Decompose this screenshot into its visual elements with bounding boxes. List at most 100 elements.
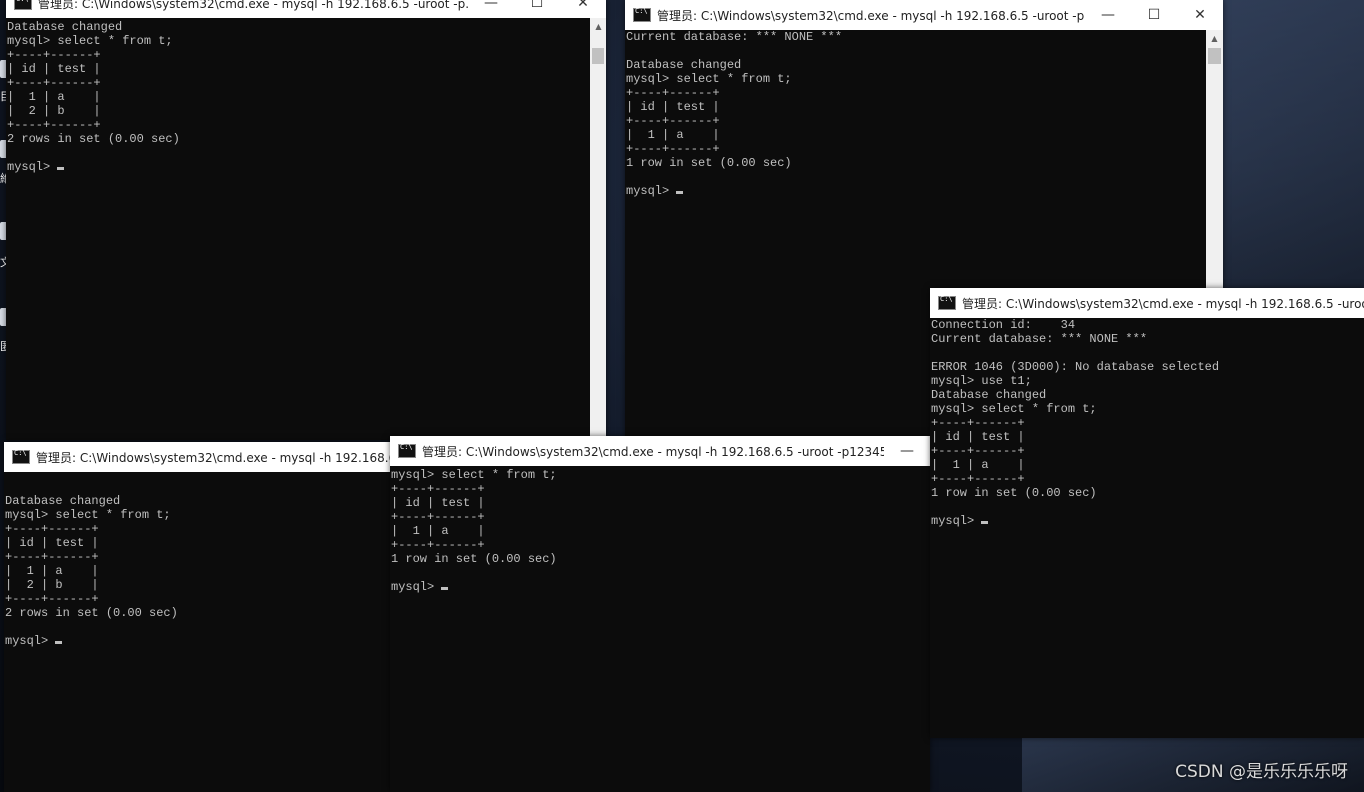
text-cursor	[676, 191, 684, 194]
console-line: +----+------+	[7, 76, 101, 90]
console-line: | 2 | b |	[5, 578, 99, 592]
close-button[interactable]: ✕	[560, 0, 606, 18]
cmd-window-3[interactable]: 管理员: C:\Windows\system32\cmd.exe - mysql…	[4, 442, 396, 792]
console-line: +----+------+	[391, 538, 485, 552]
window-titlebar[interactable]: 管理员: C:\Windows\system32\cmd.exe - mysql…	[625, 0, 1223, 30]
terminal-output[interactable]: Connection id: 34 Current database: *** …	[930, 318, 1220, 528]
console-line: mysql>	[7, 160, 58, 174]
console-line: mysql>	[626, 184, 677, 198]
cmd-icon	[12, 449, 30, 464]
maximize-icon: ☐	[530, 0, 544, 11]
window-title: 管理员: C:\Windows\system32\cmd.exe - mysql…	[962, 296, 1364, 311]
scroll-up-icon[interactable]: ▲	[1206, 30, 1223, 47]
console-line: +----+------+	[5, 550, 99, 564]
console-line: | 1 | a |	[626, 128, 720, 142]
scroll-up-icon[interactable]: ▲	[590, 18, 606, 35]
cmd-window-1[interactable]: 管理员: C:\Windows\system32\cmd.exe - mysql…	[6, 0, 606, 440]
console-line: +----+------+	[391, 482, 485, 496]
wallpaper-rock	[1222, 0, 1364, 290]
cmd-window-5[interactable]: 管理员: C:\Windows\system32\cmd.exe - mysql…	[930, 288, 1364, 738]
console-line: mysql> use t1;	[931, 374, 1032, 388]
console-line: mysql>	[391, 580, 442, 594]
window-title: 管理员: C:\Windows\system32\cmd.exe - mysql…	[422, 444, 884, 459]
console-line: +----+------+	[931, 416, 1025, 430]
maximize-button[interactable]: ☐	[1131, 0, 1177, 30]
text-cursor	[55, 641, 63, 644]
minimize-icon: —	[1101, 7, 1115, 23]
close-button[interactable]: ✕	[1177, 0, 1223, 30]
console-line: +----+------+	[626, 114, 720, 128]
window-titlebar[interactable]: 管理员: C:\Windows\system32\cmd.exe - mysql…	[930, 288, 1364, 318]
text-cursor	[981, 521, 989, 524]
terminal-output[interactable]: Database changed mysql> select * from t;…	[6, 20, 181, 174]
scroll-thumb[interactable]	[592, 48, 604, 64]
maximize-button[interactable]: ☐	[514, 0, 560, 18]
console-line: mysql>	[931, 514, 982, 528]
console-line: | 1 | a |	[931, 458, 1025, 472]
console-line: mysql> select * from t;	[7, 34, 173, 48]
window-title: 管理员: C:\Windows\system32\cmd.exe - mysql…	[36, 450, 396, 465]
cmd-window-4[interactable]: 管理员: C:\Windows\system32\cmd.exe - mysql…	[390, 436, 930, 792]
console-line: Connection id: 34	[931, 318, 1076, 332]
text-cursor	[57, 167, 65, 170]
console-line: | id | test |	[5, 536, 99, 550]
cmd-icon	[938, 295, 956, 310]
console-line: | id | test |	[7, 62, 101, 76]
minimize-button[interactable]: —	[468, 0, 514, 18]
cmd-icon	[633, 7, 651, 22]
maximize-icon: ☐	[1147, 7, 1161, 23]
window-titlebar[interactable]: 管理员: C:\Windows\system32\cmd.exe - mysql…	[390, 436, 930, 466]
console-line: +----+------+	[931, 444, 1025, 458]
console-line: mysql>	[5, 634, 56, 648]
console-line: mysql> select * from t;	[391, 468, 557, 482]
console-line: | 1 | a |	[7, 90, 101, 104]
console-line: Current database: *** NONE ***	[626, 30, 843, 44]
console-line: | id | test |	[391, 496, 485, 510]
window-title: 管理员: C:\Windows\system32\cmd.exe - mysql…	[38, 0, 468, 11]
console-line: mysql> select * from t;	[5, 508, 171, 522]
console-line: ERROR 1046 (3D000): No database selected	[931, 360, 1220, 374]
console-line: +----+------+	[5, 522, 99, 536]
console-line: mysql> select * from t;	[626, 72, 792, 86]
console-line: Database changed	[7, 20, 123, 34]
minimize-icon: —	[900, 443, 914, 459]
console-line: +----+------+	[7, 118, 101, 132]
window-titlebar[interactable]: 管理员: C:\Windows\system32\cmd.exe - mysql…	[6, 0, 606, 18]
console-line: +----+------+	[626, 142, 720, 156]
console-line: +----+------+	[7, 48, 101, 62]
console-line: | 2 | b |	[7, 104, 101, 118]
close-icon: ✕	[1194, 7, 1206, 23]
console-line: +----+------+	[391, 510, 485, 524]
console-line: 1 row in set (0.00 sec)	[931, 486, 1097, 500]
cmd-icon	[398, 443, 416, 458]
console-line: Database changed	[931, 388, 1047, 402]
text-cursor	[441, 587, 449, 590]
terminal-output[interactable]: Current database: *** NONE *** Database …	[625, 30, 843, 198]
minimize-button[interactable]: —	[884, 436, 930, 466]
console-line: | id | test |	[626, 100, 720, 114]
terminal-output[interactable]: Database changed mysql> select * from t;…	[4, 466, 179, 648]
console-line: 2 rows in set (0.00 sec)	[5, 606, 178, 620]
console-line: 2 rows in set (0.00 sec)	[7, 132, 180, 146]
window-title: 管理员: C:\Windows\system32\cmd.exe - mysql…	[657, 8, 1085, 23]
scroll-thumb[interactable]	[1208, 48, 1221, 64]
console-line: +----+------+	[5, 592, 99, 606]
vertical-scrollbar[interactable]: ▲	[590, 18, 606, 440]
minimize-button[interactable]: —	[1085, 0, 1131, 30]
console-line: mysql> select * from t;	[931, 402, 1097, 416]
console-line: 1 row in set (0.00 sec)	[391, 552, 557, 566]
console-line: Database changed	[5, 494, 121, 508]
close-icon: ✕	[577, 0, 589, 11]
cmd-icon	[14, 0, 32, 10]
console-line: Current database: *** NONE ***	[931, 332, 1148, 346]
console-line: | 1 | a |	[5, 564, 99, 578]
csdn-watermark: CSDN @是乐乐乐乐呀	[1175, 762, 1348, 782]
console-line: +----+------+	[931, 472, 1025, 486]
console-line: 1 row in set (0.00 sec)	[626, 156, 792, 170]
terminal-output[interactable]: mysql> select * from t; +----+------+ | …	[390, 468, 558, 594]
console-line: Database changed	[626, 58, 742, 72]
console-line: +----+------+	[626, 86, 720, 100]
console-line: | id | test |	[931, 430, 1025, 444]
console-line: | 1 | a |	[391, 524, 485, 538]
minimize-icon: —	[484, 0, 498, 11]
